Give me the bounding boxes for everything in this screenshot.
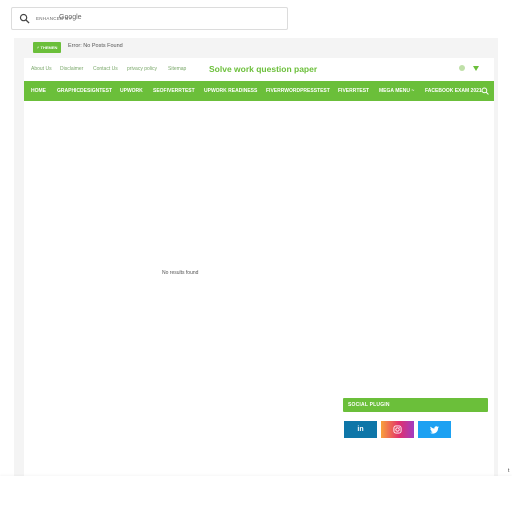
google-logo-text: Google xyxy=(59,14,82,21)
nav-item-seofiverrtest[interactable]: SEOFIVERRTEST xyxy=(153,88,195,94)
google-search-box[interactable]: ENHANCED BY Google xyxy=(11,7,288,30)
nav-item-mega-menu[interactable]: MEGA MENU ~ xyxy=(379,88,414,94)
no-results-message: No results found xyxy=(162,270,199,276)
user-icon[interactable] xyxy=(459,65,465,71)
chevron-down-icon[interactable] xyxy=(473,66,479,71)
social-plugin-title: SOCIAL PLUGIN xyxy=(343,398,488,412)
top-link-about-us[interactable]: About Us xyxy=(31,66,52,72)
nav-item-upwork[interactable]: UPWORK xyxy=(120,88,143,94)
nav-item-fiverrtest[interactable]: FIVERRTEST xyxy=(338,88,369,94)
top-link-privacy-policy[interactable]: privacy policy xyxy=(127,66,157,72)
nav-item-graphicdesigntest[interactable]: GRAPHICDESIGNTEST xyxy=(57,88,112,94)
content-card xyxy=(24,58,494,476)
site-title[interactable]: Solve work question paper xyxy=(209,64,317,74)
nav-item-facebook-exam-2021[interactable]: FACEBOOK EXAM 2021 xyxy=(425,88,482,94)
linkedin-button[interactable]: in xyxy=(344,421,377,438)
ticker-text: Error: No Posts Found xyxy=(68,43,123,49)
ticker-badge[interactable]: ⚡ THEMEN xyxy=(33,42,61,53)
twitter-icon xyxy=(430,425,439,434)
footer-area xyxy=(0,476,512,512)
twitter-button[interactable] xyxy=(418,421,451,438)
top-link-sitemap[interactable]: Sitemap xyxy=(168,66,186,72)
widget-title-label: SOCIAL PLUGIN xyxy=(348,402,390,408)
nav-item-fiverrwordpresstest[interactable]: FIVERRWORDPRESSTEST xyxy=(266,88,330,94)
nav-item-home[interactable]: HOME xyxy=(31,88,46,94)
search-icon[interactable] xyxy=(481,87,489,95)
search-icon[interactable] xyxy=(19,13,30,24)
page: ENHANCED BY Google ⚡ THEMEN Error: No Po… xyxy=(0,0,512,512)
instagram-icon xyxy=(393,425,402,434)
linkedin-icon: in xyxy=(357,426,364,433)
nav-item-upwork-readiness[interactable]: UPWORK READINESS xyxy=(204,88,257,94)
edge-mark: t xyxy=(508,468,510,474)
top-link-disclaimer[interactable]: Disclaimer xyxy=(60,66,83,72)
top-link-contact-us[interactable]: Contact Us xyxy=(93,66,118,72)
instagram-button[interactable] xyxy=(381,421,414,438)
